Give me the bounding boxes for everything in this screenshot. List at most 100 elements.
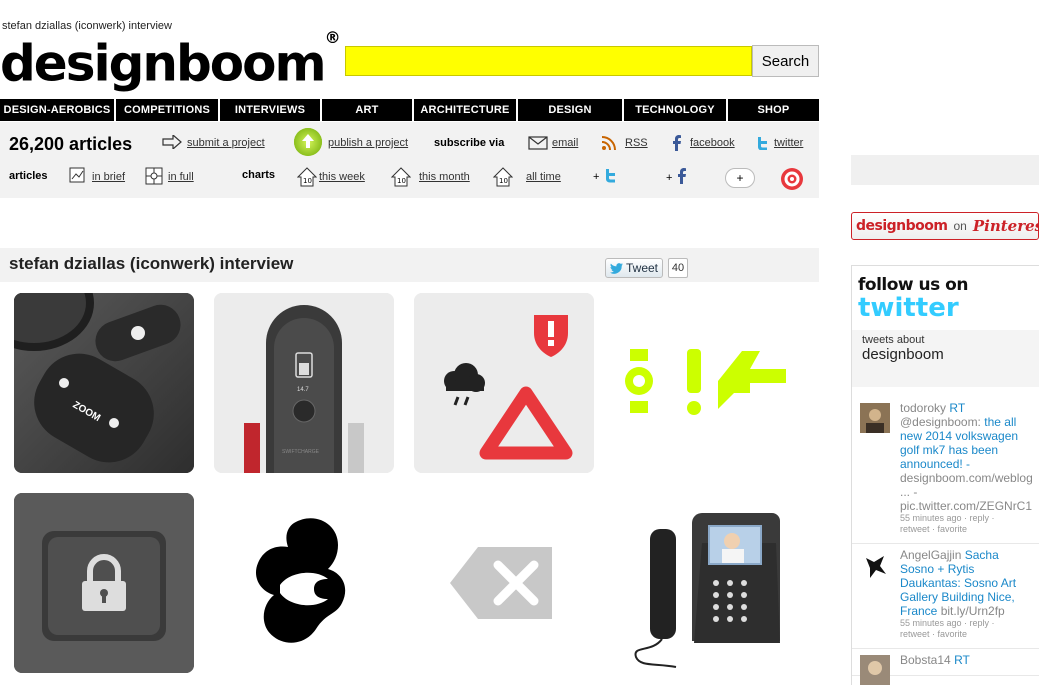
- desk-phone-image: [634, 513, 780, 668]
- pinterest-logo: Pinterest: [972, 217, 1039, 235]
- nav-shop[interactable]: SHOP: [728, 99, 819, 121]
- avatar[interactable]: [860, 403, 890, 433]
- tweet-mention[interactable]: @designboom:: [900, 415, 981, 429]
- submit-project-link[interactable]: submit a project: [187, 137, 265, 149]
- pinterest-on: on: [953, 219, 967, 233]
- facebook-icon: [673, 135, 681, 151]
- retweet-marker: RT: [949, 401, 966, 415]
- registered-mark: ®: [324, 28, 341, 47]
- in-full-icon: [145, 167, 163, 185]
- cisco-phone-tile[interactable]: [614, 493, 794, 673]
- abstract-logo-image: [255, 518, 346, 643]
- facebook-like-icon[interactable]: [675, 168, 687, 184]
- nav-architecture[interactable]: ARCHITECTURE: [414, 99, 518, 121]
- charts-label: charts: [242, 169, 276, 181]
- tweets-about-label: tweets about: [862, 334, 925, 346]
- arrow-right-icon: [162, 135, 182, 149]
- in-brief-icon: [69, 167, 85, 183]
- rss-link[interactable]: RSS: [625, 137, 648, 149]
- main-nav: DESIGN-AEROBICS COMPETITIONS INTERVIEWS …: [0, 99, 819, 121]
- follow-us-heading: follow us on: [858, 275, 968, 295]
- tweet-ellipsis: ... -: [900, 485, 918, 499]
- nav-competitions[interactable]: COMPETITIONS: [116, 99, 220, 121]
- twitter-link[interactable]: twitter: [774, 137, 803, 149]
- chart-house-icon: 10: [493, 167, 513, 187]
- tweet-button[interactable]: Tweet: [605, 258, 663, 278]
- warning-icons-tile[interactable]: [414, 293, 594, 473]
- backspace-icon: [450, 547, 552, 619]
- avatar[interactable]: [860, 655, 890, 685]
- tweet-count: 40: [668, 258, 688, 278]
- svg-text:10: 10: [499, 177, 508, 185]
- search-button[interactable]: Search: [752, 45, 819, 77]
- this-month-link[interactable]: this month: [419, 171, 470, 183]
- article-title: stefan dziallas (iconwerk) interview: [9, 254, 294, 273]
- tweet-actions[interactable]: retweet · favorite: [900, 629, 1033, 640]
- chart-house-icon: 10: [391, 167, 411, 187]
- plus-one-button[interactable]: +: [725, 168, 755, 188]
- in-brief-link[interactable]: in brief: [92, 171, 125, 183]
- tweet-username[interactable]: todoroky: [900, 401, 946, 415]
- remote-control-tile[interactable]: ZOOM: [14, 293, 194, 473]
- all-time-link[interactable]: all time: [526, 171, 561, 183]
- remote-buttons-image: ZOOM: [14, 293, 194, 473]
- facebook-link[interactable]: facebook: [690, 137, 735, 149]
- lock-button-tile[interactable]: [14, 493, 194, 673]
- email-link[interactable]: email: [552, 137, 578, 149]
- swiftcharge-tile[interactable]: 14.7 SWIFTCHARGE: [214, 293, 394, 473]
- pinterest-banner[interactable]: designboom on Pinterest: [851, 212, 1039, 240]
- sidebar-ad-slot: [851, 155, 1039, 185]
- target-icon[interactable]: [780, 167, 804, 191]
- twitter-wordmark[interactable]: twitter: [858, 294, 1033, 322]
- avatar[interactable]: [860, 550, 890, 580]
- in-full-link[interactable]: in full: [168, 171, 194, 183]
- twitter-widget: follow us on twitter tweets about design…: [851, 265, 1039, 685]
- lime-icons-tile[interactable]: [614, 293, 794, 473]
- tweet-item: todoroky RT @designboom: the all new 201…: [852, 397, 1039, 544]
- articles-label: articles: [9, 170, 48, 182]
- battery-label: 14.7: [297, 387, 309, 393]
- tweet-meta[interactable]: 55 minutes ago · reply ·: [900, 618, 1033, 629]
- nav-design-aerobics[interactable]: DESIGN-AEROBICS: [0, 99, 116, 121]
- nav-art[interactable]: ART: [322, 99, 414, 121]
- tweets-about-box: tweets about designboom: [852, 330, 1039, 387]
- svg-text:10: 10: [303, 177, 312, 185]
- tweet-meta[interactable]: 55 minutes ago · reply ·: [900, 513, 1033, 524]
- tweet-link[interactable]: designboom.com/weblog: [900, 471, 1033, 485]
- this-week-link[interactable]: this week: [319, 171, 365, 183]
- email-icon: [528, 136, 548, 150]
- chart-house-icon: 10: [297, 167, 317, 187]
- publish-project-link[interactable]: publish a project: [328, 137, 408, 149]
- twitter-icon: [758, 137, 767, 150]
- plus-sign: +: [666, 172, 673, 184]
- tweets-about-value: designboom: [862, 346, 944, 363]
- twitter-follow-icon[interactable]: [603, 168, 617, 184]
- black-shape-tile[interactable]: [214, 493, 394, 673]
- tweet-username[interactable]: AngelGajjin: [900, 548, 961, 562]
- tweet-link[interactable]: bit.ly/Urn2fp: [941, 604, 1005, 618]
- lime-pictograms-image: [625, 349, 786, 415]
- subscribe-label: subscribe via: [434, 137, 505, 149]
- twitter-bird-icon: [609, 262, 623, 274]
- tweet-item: AngelGajjin Sacha Sosno + Rytis Daukanta…: [852, 544, 1039, 649]
- tweet-actions[interactable]: retweet · favorite: [900, 524, 1033, 535]
- nav-technology[interactable]: TECHNOLOGY: [624, 99, 728, 121]
- tweet-pic-link[interactable]: pic.twitter.com/ZEGNrC1: [900, 499, 1032, 513]
- svg-text:10: 10: [397, 177, 406, 185]
- backspace-tile[interactable]: [414, 493, 594, 673]
- tweet-item: Bobsta14 RT: [852, 649, 1039, 685]
- upload-arrow-icon[interactable]: [293, 127, 323, 157]
- charger-device-image: 14.7 SWIFTCHARGE: [214, 293, 394, 473]
- tweet-button-label: Tweet: [625, 261, 658, 275]
- nav-design[interactable]: DESIGN: [518, 99, 624, 121]
- article-count: 26,200 articles: [9, 134, 133, 154]
- designboom-logo[interactable]: designboom®: [0, 28, 341, 92]
- plus-sign: +: [593, 171, 600, 183]
- tweet-username[interactable]: Bobsta14: [900, 653, 951, 667]
- pinterest-brand: designboom: [856, 218, 948, 234]
- retweet-marker: RT: [954, 653, 970, 667]
- nav-interviews[interactable]: INTERVIEWS: [220, 99, 322, 121]
- rss-icon: [601, 136, 616, 151]
- info-bar: 26,200 articles submit a project publish…: [0, 122, 819, 198]
- search-input[interactable]: [345, 46, 752, 76]
